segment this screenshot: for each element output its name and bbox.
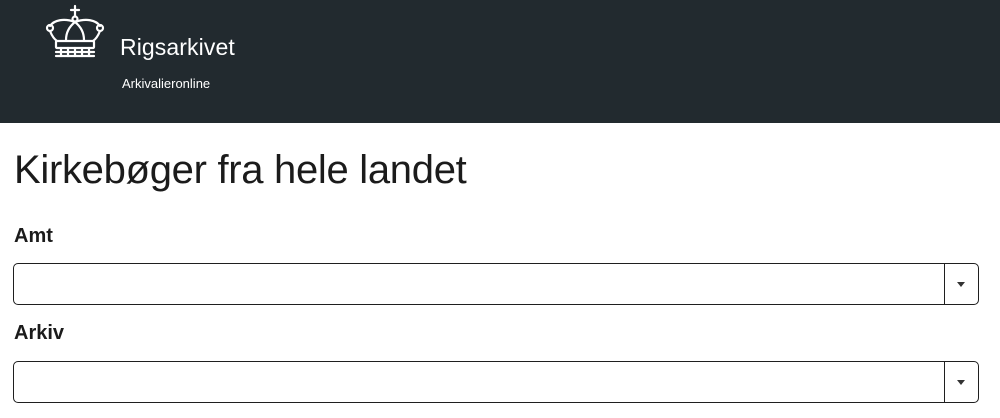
crown-icon[interactable]: [44, 4, 106, 62]
brand-subtitle[interactable]: Arkivalieronline: [122, 76, 210, 91]
arkiv-select[interactable]: [13, 361, 979, 403]
arkiv-label: Arkiv: [14, 322, 65, 344]
chevron-down-icon: [957, 380, 965, 385]
amt-dropdown-toggle[interactable]: [944, 264, 978, 304]
amt-select[interactable]: [13, 263, 979, 305]
brand-name[interactable]: Rigsarkivet: [120, 34, 235, 61]
chevron-down-icon: [957, 282, 965, 287]
site-header: Rigsarkivet Arkivalieronline: [0, 0, 1000, 123]
arkiv-dropdown-toggle[interactable]: [944, 362, 978, 402]
page-title: Kirkebøger fra hele landet: [14, 148, 467, 192]
amt-label: Amt: [14, 225, 53, 247]
